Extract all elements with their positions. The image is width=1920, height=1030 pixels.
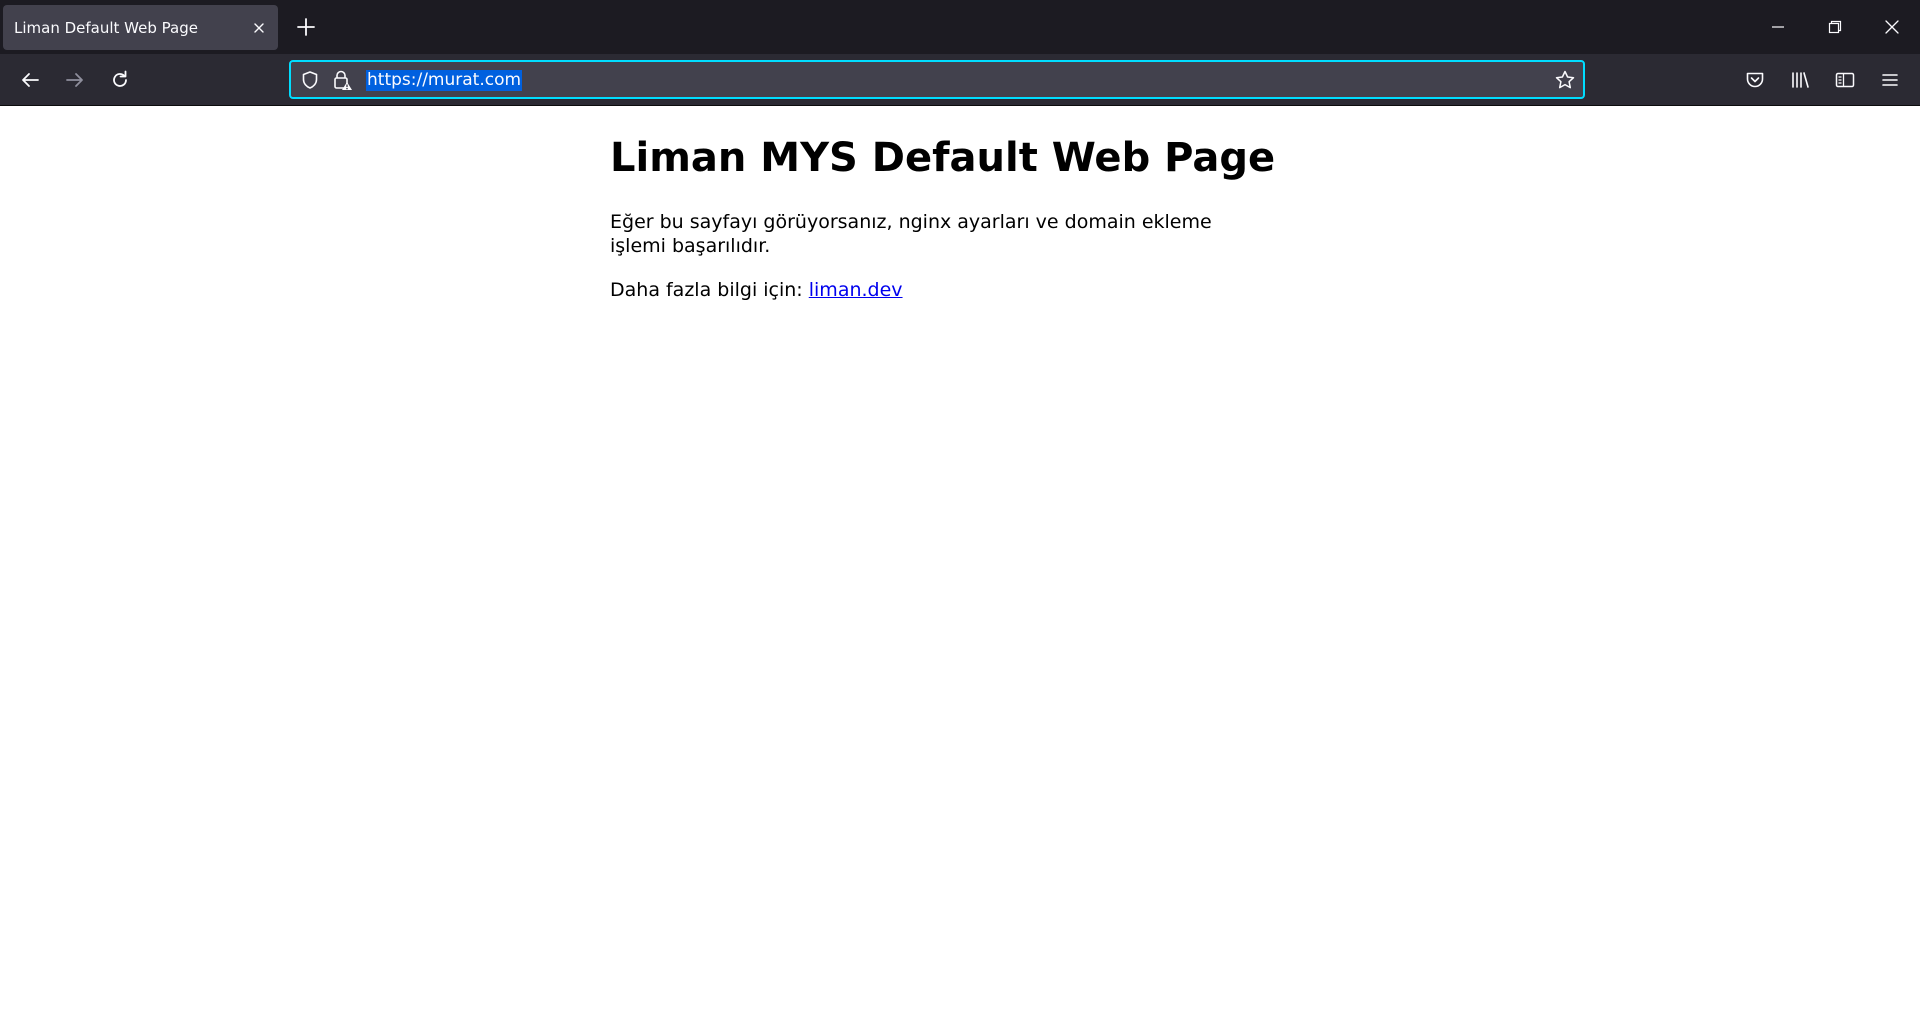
new-tab-plus-icon[interactable] [293, 14, 319, 40]
intro-paragraph: Eğer bu sayfayı görüyorsanız, nginx ayar… [610, 211, 1212, 257]
url-bar[interactable]: https://murat.com [289, 60, 1585, 99]
nav-toolbar: https://murat.com [0, 54, 1920, 106]
tab-strip: Liman Default Web Page [0, 0, 1920, 54]
liman-dev-link[interactable]: liman.dev [809, 279, 903, 301]
back-arrow-left-icon[interactable] [12, 62, 48, 98]
page-title: Liman MYS Default Web Page [610, 135, 1276, 181]
more-info-label: Daha fazla bilgi için: [610, 279, 809, 301]
tab-title: Liman Default Web Page [14, 19, 198, 37]
more-info-paragraph: Daha fazla bilgi için: liman.dev [610, 278, 903, 302]
bookmark-star-icon[interactable] [1554, 69, 1576, 91]
library-icon[interactable] [1782, 62, 1818, 98]
forward-arrow-right-icon[interactable] [57, 62, 93, 98]
browser-window: Liman Default Web Page https://murat.com… [0, 0, 1920, 1030]
page-content: Liman MYS Default Web Page Eğer bu sayfa… [0, 106, 1920, 1030]
minimize-icon[interactable] [1749, 0, 1806, 54]
close-window-icon[interactable] [1863, 0, 1920, 54]
connection-lock-warning-icon[interactable] [331, 69, 353, 91]
url-input-text[interactable]: https://murat.com [366, 70, 523, 91]
sidebar-icon[interactable] [1827, 62, 1863, 98]
tracking-protection-shield-icon[interactable] [299, 69, 321, 91]
pocket-icon[interactable] [1737, 62, 1773, 98]
hamburger-menu-icon[interactable] [1872, 62, 1908, 98]
tab-close-icon[interactable] [250, 19, 268, 37]
reload-icon[interactable] [102, 62, 138, 98]
restore-icon[interactable] [1806, 0, 1863, 54]
tab-active[interactable]: Liman Default Web Page [3, 5, 278, 50]
